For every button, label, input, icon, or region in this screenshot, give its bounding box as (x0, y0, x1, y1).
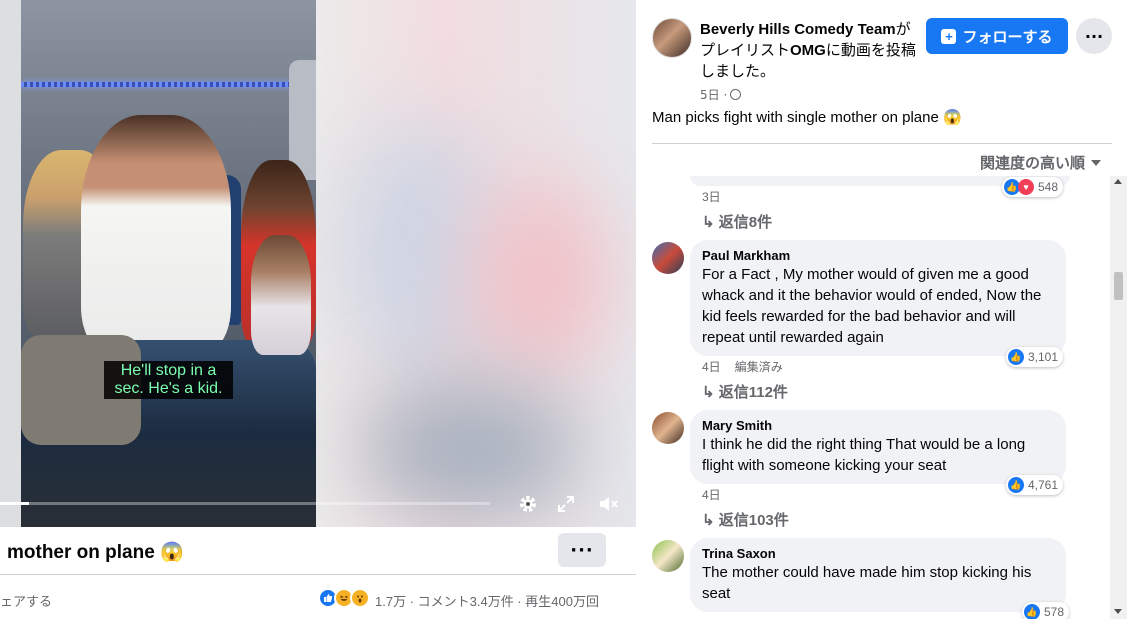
post-meta: 5日 · (700, 86, 742, 103)
comment-time[interactable]: 3日 (702, 188, 721, 205)
playlist-link[interactable]: OMG (790, 42, 826, 59)
comment-author[interactable]: Trina Saxon (702, 546, 1054, 562)
child (251, 235, 311, 355)
fullscreen-icon[interactable] (554, 492, 578, 516)
share-button[interactable]: ェアする (0, 591, 52, 610)
sort-label: 関連度の高い順 (980, 155, 1086, 172)
video-progress-bar[interactable] (0, 502, 490, 505)
reaction-count: 548 (1038, 180, 1059, 194)
video-progress-fill (0, 502, 30, 505)
replies-link[interactable]: ↳ 返信8件 (702, 211, 772, 232)
comment-bubble: Paul Markham For a Fact , My mother woul… (690, 240, 1066, 356)
edited-label: 編集済み (734, 360, 783, 374)
post-text: Man picks fight with single mother on pl… (652, 109, 962, 126)
avatar[interactable] (652, 18, 692, 58)
comment-sort-dropdown[interactable]: 関連度の高い順 (980, 152, 1102, 173)
comment-reactions[interactable]: 👍 ♥ 548 (1002, 177, 1064, 197)
post-title: mother on plane 😱 (7, 542, 184, 563)
comment-time-value[interactable]: 4日 (702, 360, 721, 374)
love-icon: ♥ (1018, 179, 1034, 195)
replies-link[interactable]: ↳ 返信112件 (702, 381, 788, 402)
comment-text: I think he did the right thing That woul… (702, 436, 1026, 474)
comment-bubble: Mary Smith I think he did the right thin… (690, 410, 1066, 484)
comment-text: For a Fact , My mother would of given me… (702, 266, 1042, 346)
globe-icon (730, 89, 742, 100)
comment-author[interactable]: Mary Smith (702, 418, 1054, 434)
video-caption: He'll stop in a sec. He's a kid. (104, 361, 233, 399)
follow-plus-icon: + (941, 28, 957, 44)
panel-more-button[interactable]: ··· (1076, 18, 1112, 54)
like-icon: 👍 (1024, 604, 1040, 619)
like-icon: 👍 (1008, 477, 1024, 493)
comment-time[interactable]: 4日 (702, 486, 721, 503)
avatar[interactable] (652, 412, 684, 444)
facebook-video-page: He'll stop in a sec. He's a kid. mother … (0, 0, 1137, 619)
post-detail-panel: Beverly Hills Comedy TeamがプレイリストOMGに動画を投… (636, 0, 1137, 619)
comment-reactions[interactable]: 👍 578 (1022, 602, 1070, 619)
reaction-count: 3,101 (1028, 350, 1059, 364)
video-frame (21, 0, 316, 527)
follow-button[interactable]: + フォローする (926, 18, 1068, 54)
poster-text-pre: プレイリスト (700, 42, 791, 59)
comment-time: 4日 編集済み (702, 358, 783, 375)
comment-reactions[interactable]: 👍 4,761 (1006, 475, 1064, 495)
reaction-count: 4,761 (1028, 478, 1059, 492)
cabin-light-strip (21, 82, 296, 87)
post-more-button[interactable]: ··· (558, 533, 606, 567)
chevron-down-icon (1091, 159, 1102, 166)
wow-icon (350, 588, 370, 608)
video-player[interactable]: He'll stop in a sec. He's a kid. (0, 0, 636, 527)
comment-reactions[interactable]: 👍 3,101 (1006, 347, 1064, 367)
poster-name[interactable]: Beverly Hills Comedy Team (700, 21, 896, 38)
scroll-down-arrow-icon[interactable] (1114, 609, 1122, 614)
post-stats[interactable]: 1.7万 · コメント3.4万件 · 再生400万回 (375, 591, 599, 610)
scroll-up-arrow-icon[interactable] (1114, 179, 1122, 184)
reaction-count: 578 (1044, 605, 1065, 619)
avatar[interactable] (652, 540, 684, 572)
replies-link[interactable]: ↳ 返信103件 (702, 509, 789, 530)
scroll-thumb[interactable] (1114, 272, 1123, 300)
gear-icon[interactable] (516, 492, 540, 516)
video-backdrop-blur (470, 180, 610, 380)
comment-author[interactable]: Paul Markham (702, 248, 1054, 264)
post-time[interactable]: 5日 · (700, 86, 727, 103)
avatar[interactable] (652, 242, 684, 274)
poster-line: Beverly Hills Comedy TeamがプレイリストOMGに動画を投… (700, 19, 920, 82)
comment-list: 👍 ♥ 548 3日 ↳ 返信8件 Paul Markham For a Fac… (636, 176, 1112, 619)
man-white-shirt (81, 115, 231, 355)
comment-text: The mother could have made him stop kick… (702, 564, 1032, 602)
comment-scrollbar[interactable] (1110, 176, 1127, 619)
volume-muted-icon[interactable] (597, 492, 621, 516)
video-backdrop-blur (360, 380, 580, 520)
poster-particle: が (895, 21, 911, 38)
comment-bubble: Trina Saxon The mother could have made h… (690, 538, 1066, 612)
like-icon: 👍 (1008, 349, 1024, 365)
post-stats-row: ェアする 1.7万 · コメント3.4万件 · 再生400万回 (0, 585, 636, 613)
follow-label: フォローする (962, 28, 1053, 46)
post-title-row: mother on plane 😱 ··· (0, 527, 636, 575)
reaction-summary[interactable] (318, 588, 370, 608)
divider (652, 143, 1112, 144)
